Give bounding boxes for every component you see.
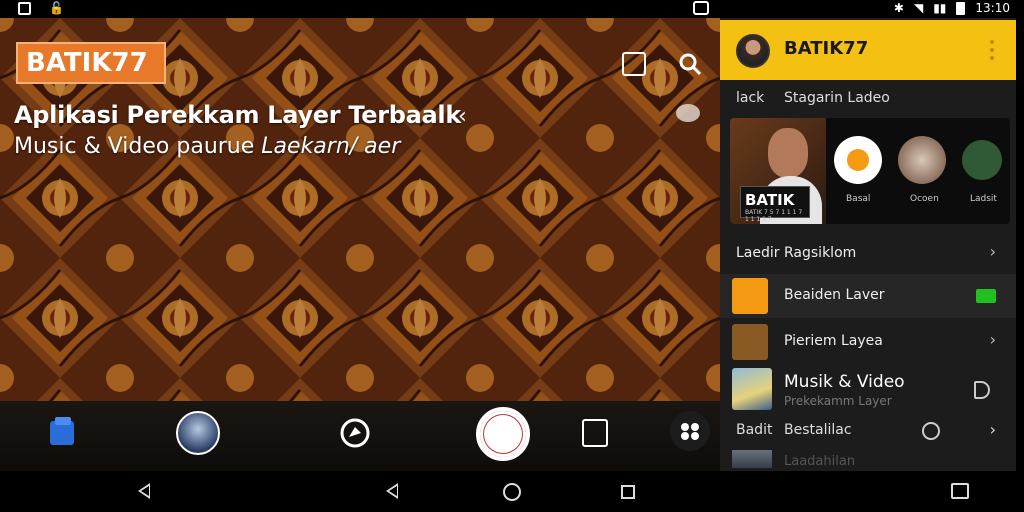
ghost-label: Laadahilan <box>784 454 856 469</box>
app-notification-icon <box>18 2 31 15</box>
feature-item[interactable]: Musik & Video Prekekamm Layer <box>720 364 1016 416</box>
footer-label-b: Bestalilac <box>784 422 852 438</box>
subtitle-extra: paurue <box>176 134 255 159</box>
chevron-left-icon[interactable]: ‹ <box>458 104 467 129</box>
overview-icon[interactable] <box>619 483 637 501</box>
signal-icon: ▮▮ <box>933 1 947 15</box>
share-icon[interactable] <box>974 381 990 399</box>
subtitle-main: Music & Video <box>14 134 170 159</box>
footer-label-a: Badit <box>736 422 773 438</box>
video-thumbnail[interactable]: BATIK BATIK 7 5 7 1 1 1 7 1 1 1 1 7 <box>730 118 826 224</box>
search-icon[interactable] <box>678 52 702 76</box>
camera-preview[interactable]: BATIK77 Aplikasi Perekkam Layer Terbaalk… <box>0 18 720 401</box>
media-caption: Ocoen <box>910 194 939 204</box>
layout-icon <box>732 278 768 314</box>
list-item[interactable]: Pieriem Layea › <box>720 320 1016 364</box>
page-subtitle: Music & Video paurue Laekarn/ aer <box>14 134 400 159</box>
section-header: lack Stagarin Ladeo <box>720 90 1016 110</box>
wifi-icon: ◥ <box>913 1 924 15</box>
feature-subtitle: Prekekamm Layer <box>784 394 892 408</box>
frame-icon <box>732 324 768 360</box>
home-icon[interactable] <box>503 483 521 501</box>
footer-row[interactable]: Badit Bestalilac › <box>720 420 1016 446</box>
gallery-icon[interactable] <box>622 52 646 76</box>
chevron-right-icon: › <box>989 420 996 439</box>
more-menu-icon[interactable] <box>990 40 996 60</box>
hand-icon[interactable] <box>898 136 946 184</box>
feature-title: Musik & Video <box>784 372 905 392</box>
lock-icon: 🔓 <box>49 1 64 15</box>
document-icon[interactable] <box>962 140 1002 180</box>
chevron-right-icon: › <box>989 330 996 349</box>
battery-icon <box>956 1 966 15</box>
clock: 13:10 <box>975 1 1010 15</box>
side-drawer: BATIK77 lack Stagarin Ladeo BATIK BATIK … <box>720 18 1016 471</box>
floating-bubble[interactable] <box>676 104 700 122</box>
effects-icon[interactable] <box>670 411 710 451</box>
recents-icon[interactable] <box>951 483 969 501</box>
timer-icon[interactable] <box>922 422 940 440</box>
media-card[interactable]: BATIK BATIK 7 5 7 1 1 1 7 1 1 1 1 7 Basa… <box>730 118 1010 224</box>
screenshot-icon <box>693 1 709 15</box>
media-caption: Ladsit <box>970 194 997 204</box>
back-icon[interactable] <box>386 483 404 501</box>
item-label: Pieriem Layea <box>784 333 883 349</box>
navigation-bar <box>0 471 1024 512</box>
record-button[interactable] <box>476 407 530 461</box>
list-item[interactable]: Laedir Ragsiklom › <box>720 232 1016 276</box>
chevron-right-icon: › <box>989 242 996 261</box>
media-caption: Basal <box>846 194 871 204</box>
thumbnail-logo: BATIK BATIK 7 5 7 1 1 1 7 1 1 1 1 7 <box>740 186 810 223</box>
avatar[interactable] <box>176 411 220 455</box>
status-bar: 🔓 ✱ ◥ ▮▮ 13:10 <box>0 0 1024 18</box>
avatar[interactable] <box>736 34 770 68</box>
brand-logo: BATIK77 <box>16 42 166 84</box>
play-icon[interactable] <box>834 136 882 184</box>
rotate-icon[interactable] <box>333 411 377 455</box>
list-item[interactable]: Beaiden Laver <box>720 274 1016 318</box>
item-label: Ragsiklom <box>784 245 857 261</box>
back-icon[interactable] <box>138 483 156 501</box>
ghost-thumbnail <box>732 450 772 468</box>
item-label: Beaiden Laver <box>784 287 885 303</box>
section-label-b: Stagarin Ladeo <box>784 90 890 106</box>
subtitle-italic: Laekarn/ aer <box>261 134 401 159</box>
camera-controls <box>0 401 720 471</box>
drawer-header: BATIK77 <box>720 20 1016 80</box>
bluetooth-icon: ✱ <box>893 1 904 15</box>
page-title: Aplikasi Perekkam Layer Terbaalk <box>14 101 462 129</box>
section-label-a: lack <box>736 90 765 106</box>
thumbnail-logo-subtext: BATIK 7 5 7 1 1 1 7 1 1 1 1 7 <box>745 209 803 223</box>
item-prefix: Laedir <box>736 245 780 261</box>
flip-icon[interactable] <box>582 419 608 447</box>
feature-thumbnail <box>732 368 772 410</box>
drawer-title: BATIK77 <box>784 38 869 59</box>
status-badge <box>976 289 996 303</box>
gallery-shortcut-icon[interactable] <box>46 415 90 459</box>
